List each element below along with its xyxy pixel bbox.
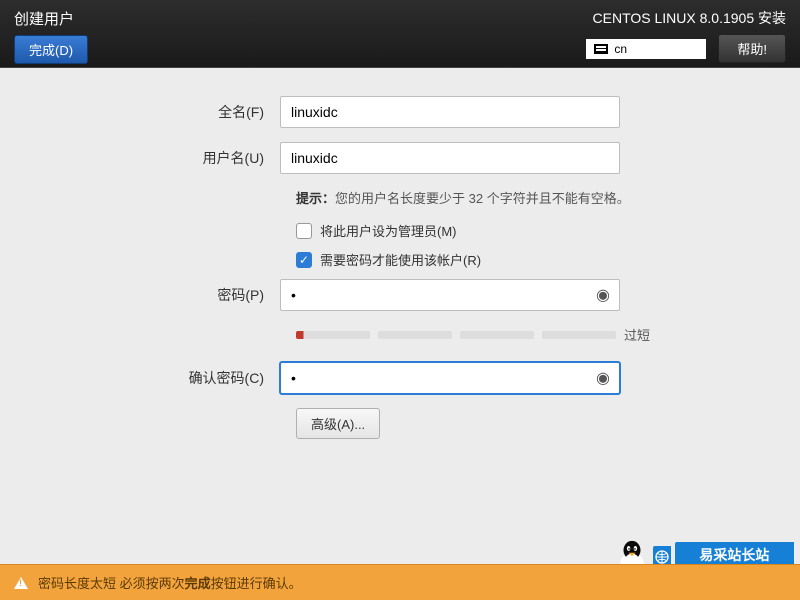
strength-bar-4 bbox=[542, 331, 616, 339]
password-label: 密码(P) bbox=[30, 285, 280, 305]
password-row: 密码(P) ◉ bbox=[30, 279, 770, 311]
header-left: 创建用户 完成(D) bbox=[14, 8, 88, 59]
keyboard-layout-indicator[interactable]: cn bbox=[586, 39, 706, 59]
requirepw-checkbox[interactable]: ✓ bbox=[296, 252, 312, 268]
help-button[interactable]: 帮助! bbox=[718, 34, 786, 63]
hint-text: 您的用户名长度要少于 32 个字符并且不能有空格。 bbox=[335, 191, 630, 206]
username-hint: 提示：您的用户名长度要少于 32 个字符并且不能有空格。 bbox=[296, 188, 770, 207]
strength-bar-1 bbox=[296, 331, 370, 339]
requirepw-checkbox-label: 需要密码才能使用该帐户(R) bbox=[320, 250, 481, 269]
site-name: 易采站长站 bbox=[699, 545, 769, 565]
confirm-reveal-icon[interactable]: ◉ bbox=[596, 368, 610, 388]
advanced-button[interactable]: 高级(A)... bbox=[296, 408, 380, 439]
confirm-password-input[interactable] bbox=[280, 362, 620, 394]
done-button[interactable]: 完成(D) bbox=[14, 35, 88, 64]
confirm-label: 确认密码(C) bbox=[30, 368, 280, 388]
fullname-row: 全名(F) bbox=[30, 96, 770, 128]
fullname-label: 全名(F) bbox=[30, 102, 280, 122]
fullname-input[interactable] bbox=[280, 96, 620, 128]
username-row: 用户名(U) bbox=[30, 142, 770, 174]
admin-checkbox-label: 将此用户设为管理员(M) bbox=[320, 221, 457, 240]
username-label: 用户名(U) bbox=[30, 148, 280, 168]
hint-prefix: 提示： bbox=[296, 191, 335, 206]
warning-icon bbox=[14, 577, 28, 589]
confirm-row: 确认密码(C) ◉ bbox=[30, 362, 770, 394]
strength-label: 过短 bbox=[624, 325, 650, 344]
warning-text: 密码长度太短 必须按两次完成按钮进行确认。 bbox=[38, 573, 302, 592]
header-controls: cn 帮助! bbox=[586, 34, 786, 63]
page-title: 创建用户 bbox=[14, 8, 88, 29]
warning-bar: 密码长度太短 必须按两次完成按钮进行确认。 bbox=[0, 564, 800, 600]
strength-bar-3 bbox=[460, 331, 534, 339]
create-user-form: 全名(F) 用户名(U) 提示：您的用户名长度要少于 32 个字符并且不能有空格… bbox=[0, 68, 800, 439]
header-bar: 创建用户 完成(D) CENTOS LINUX 8.0.1905 安装 cn 帮… bbox=[0, 0, 800, 68]
password-strength-row: 过短 bbox=[296, 325, 770, 344]
keyboard-layout-code: cn bbox=[614, 42, 627, 56]
password-reveal-icon[interactable]: ◉ bbox=[596, 285, 610, 305]
admin-checkbox[interactable] bbox=[296, 223, 312, 239]
header-right: CENTOS LINUX 8.0.1905 安装 cn 帮助! bbox=[586, 8, 786, 59]
username-input[interactable] bbox=[280, 142, 620, 174]
keyboard-icon bbox=[594, 44, 608, 54]
requirepw-checkbox-row: ✓ 需要密码才能使用该帐户(R) bbox=[296, 250, 770, 269]
product-title: CENTOS LINUX 8.0.1905 安装 bbox=[593, 8, 786, 28]
strength-bar-2 bbox=[378, 331, 452, 339]
admin-checkbox-row: 将此用户设为管理员(M) bbox=[296, 221, 770, 240]
password-input[interactable] bbox=[280, 279, 620, 311]
